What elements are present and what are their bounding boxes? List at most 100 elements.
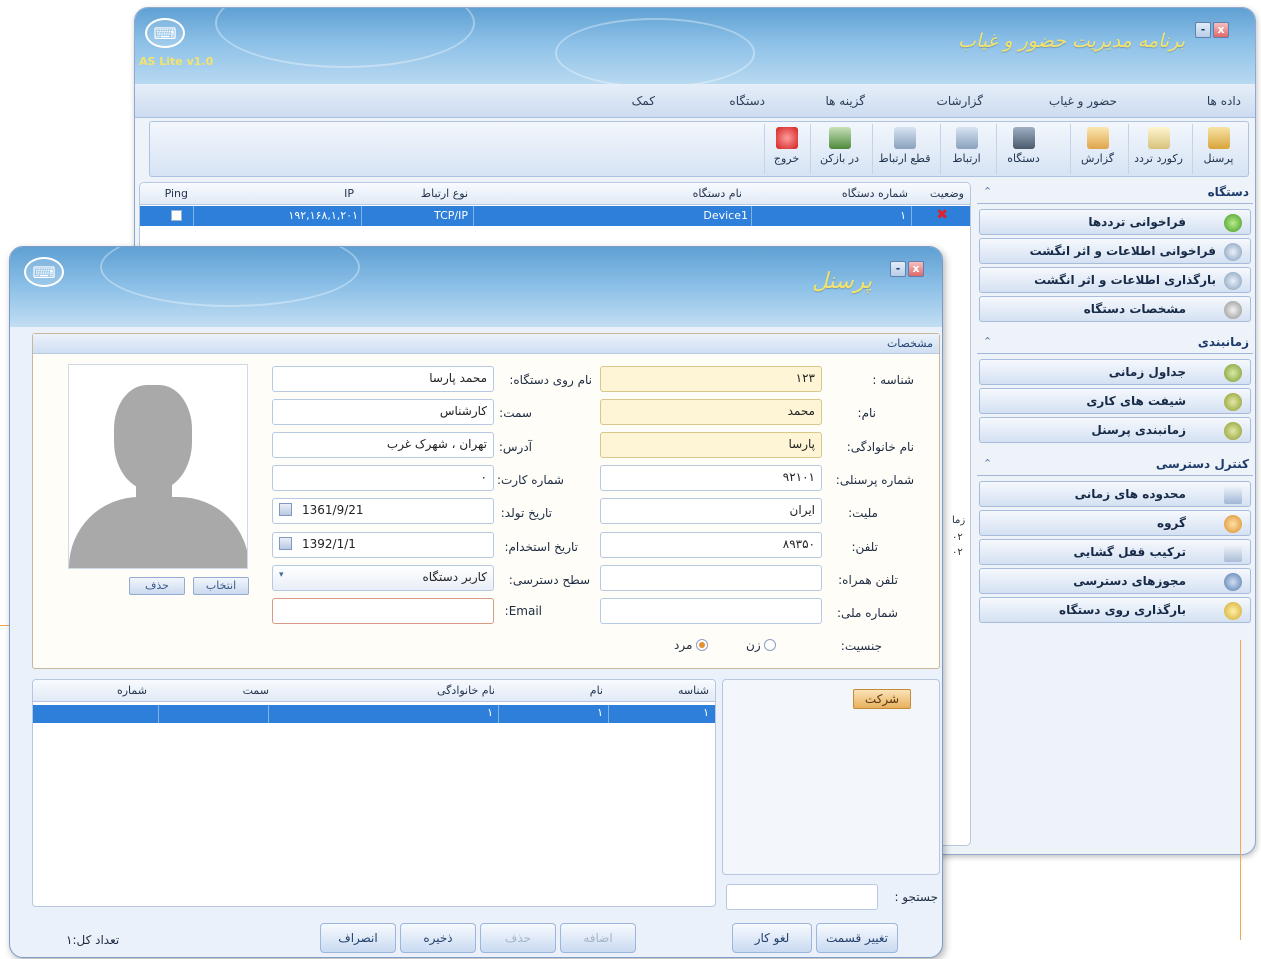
gender-male-option[interactable]: مرد (674, 638, 709, 652)
menu-data[interactable]: داده ها (1207, 94, 1241, 108)
col-id: شناسه (677, 684, 709, 697)
minimize-button[interactable]: - (1195, 22, 1211, 38)
female-label: زن (746, 638, 761, 652)
exit-button[interactable]: خروج (764, 124, 808, 174)
window-title: پرسنل (812, 269, 872, 294)
male-radio[interactable] (696, 639, 709, 651)
device-button[interactable]: دستگاه (996, 124, 1050, 174)
upload-fingerprints-label: بارگذاری اطلاعات و اثر انگشت (1034, 273, 1216, 287)
fetch-fingerprints-item[interactable]: فراخوانی اطلاعات و اثر انگشت (979, 238, 1251, 264)
unlock-icon (1224, 544, 1242, 562)
device-fetch-icon (1224, 243, 1242, 261)
cancel-button[interactable]: انصراف (320, 923, 396, 953)
nationality-field[interactable]: ایران (600, 498, 822, 524)
tools-icon (1224, 301, 1242, 319)
col-last-name: نام خانوادگی (437, 684, 495, 697)
card-no-field[interactable]: ۰ (272, 465, 494, 491)
upload-fingerprints-item[interactable]: بارگذاری اطلاعات و اثر انگشت (979, 267, 1251, 293)
scheduling-group-header[interactable]: زمانبندی ⌃ (977, 332, 1253, 354)
position-field[interactable]: کارشناس (272, 399, 494, 425)
connect-button[interactable]: ارتباط (940, 124, 992, 174)
label-email: :Email (504, 604, 542, 618)
label-phone: تلفن: (851, 540, 878, 554)
upload-to-device-label: بارگذاری روی دستگاه (1059, 603, 1186, 617)
attendance-record-button[interactable]: رکورد تردد (1128, 124, 1188, 174)
col-ip: IP (344, 187, 354, 200)
disconnect-button[interactable]: قطع ارتباط (872, 124, 936, 174)
personnel-icon (1207, 127, 1230, 149)
first-name-field[interactable]: محمد (600, 399, 822, 425)
menu-options[interactable]: گزینه ها (825, 94, 865, 108)
cell-last-name: ۱ (487, 706, 493, 719)
access-level-select[interactable]: کاربر دستگاه ▾ (272, 565, 494, 591)
female-radio[interactable] (764, 639, 777, 651)
col-device-name: نام دستگاه (692, 187, 742, 200)
upload-to-device-item[interactable]: بارگذاری روی دستگاه (979, 597, 1251, 623)
menu-reports[interactable]: گزارشات (937, 94, 983, 108)
collapse-icon: ⌃ (983, 457, 993, 470)
shift-icon (1224, 393, 1242, 411)
delete-photo-button[interactable]: حذف (129, 577, 185, 595)
col-status: وضعیت (929, 187, 964, 200)
personnel-button[interactable]: پرسنل (1192, 124, 1244, 174)
mobile-field[interactable] (600, 565, 822, 591)
work-shifts-item[interactable]: شیفت های کاری (979, 388, 1251, 414)
personnel-titlebar: ⌨ پرسنل x - (10, 247, 942, 327)
add-button[interactable]: اضافه (560, 923, 636, 953)
id-field[interactable]: ۱۲۳ (600, 366, 822, 392)
gender-female-option[interactable]: زن (746, 638, 777, 652)
menu-device[interactable]: دستگاه (729, 94, 765, 108)
table-row[interactable]: ۱ ۱ ۱ (33, 705, 715, 723)
access-group-title: کنترل دسترسی (1155, 457, 1249, 471)
access-permissions-item[interactable]: مجوزهای دسترسی (979, 568, 1251, 594)
personnel-schedule-item[interactable]: زمانبندی پرسنل (979, 417, 1251, 443)
unlock-combination-item[interactable]: ترکیب قفل گشایی (979, 539, 1251, 565)
personnel-no-field[interactable]: ۹۲۱۰۱ (600, 465, 822, 491)
device-specs-label: مشخصات دستگاه (1083, 302, 1186, 316)
device-group-header[interactable]: دستگاه ⌃ (977, 182, 1253, 204)
cell-device-number: ۱ (900, 209, 906, 222)
menu-help[interactable]: کمک (632, 94, 655, 108)
table-row[interactable]: ✖ ۱ Device1 TCP/IP ۱۹۲,۱۶۸,۱,۲۰۱ (140, 206, 970, 226)
report-button[interactable]: گزارش (1070, 124, 1124, 174)
chevron-down-icon: ▾ (279, 570, 284, 580)
label-device-name: نام روی دستگاه: (509, 373, 592, 387)
close-button[interactable]: x (1213, 22, 1229, 38)
label-address: آدرس: (498, 440, 532, 454)
fetch-records-item[interactable]: فراخوانی ترددها (979, 209, 1251, 235)
time-tables-item[interactable]: جداول زمانی (979, 359, 1251, 385)
scheduling-group-title: زمانبندی (1197, 335, 1249, 349)
select-photo-button[interactable]: انتخاب (193, 577, 249, 595)
calendar-icon[interactable] (279, 537, 292, 550)
calendar-icon[interactable] (279, 503, 292, 516)
last-name-field[interactable]: پارسا (600, 432, 822, 458)
group-item[interactable]: گروه (979, 510, 1251, 536)
company-node[interactable]: شرکت (853, 689, 911, 709)
search-input[interactable] (726, 884, 878, 910)
record-icon (1147, 127, 1170, 149)
address-field[interactable]: تهران ، شهرک غرب (272, 432, 494, 458)
access-group-header[interactable]: کنترل دسترسی ⌃ (977, 454, 1253, 476)
national-id-field[interactable] (600, 598, 822, 624)
delete-button[interactable]: حذف (480, 923, 556, 953)
door-opener-button[interactable]: در بازکن (810, 124, 868, 174)
menu-attendance[interactable]: حضور و غیاب (1049, 94, 1117, 108)
change-section-button[interactable]: تغییر قسمت (816, 923, 898, 953)
app-logo-icon: ⌨ (145, 18, 185, 48)
close-button[interactable]: x (908, 261, 924, 277)
total-count: تعداد کل:۱ (66, 933, 120, 947)
decor-line (0, 625, 9, 626)
ping-checkbox[interactable] (171, 210, 182, 221)
col-number: شماره (116, 684, 147, 697)
device-specs-item[interactable]: مشخصات دستگاه (979, 296, 1251, 322)
birth-date-field[interactable]: 1361/9/21 (272, 498, 494, 524)
hire-date-field[interactable]: 1392/1/1 (272, 532, 494, 558)
disconnect-icon (893, 127, 916, 149)
cancel-work-button[interactable]: لغو کار (732, 923, 812, 953)
time-ranges-item[interactable]: محدوده های زمانی (979, 481, 1251, 507)
phone-field[interactable]: ۸۹۳۵۰ (600, 532, 822, 558)
minimize-button[interactable]: - (890, 261, 906, 277)
device-name-field[interactable]: محمد پارسا (272, 366, 494, 392)
email-field[interactable] (272, 598, 494, 624)
save-button[interactable]: ذخیره (400, 923, 476, 953)
